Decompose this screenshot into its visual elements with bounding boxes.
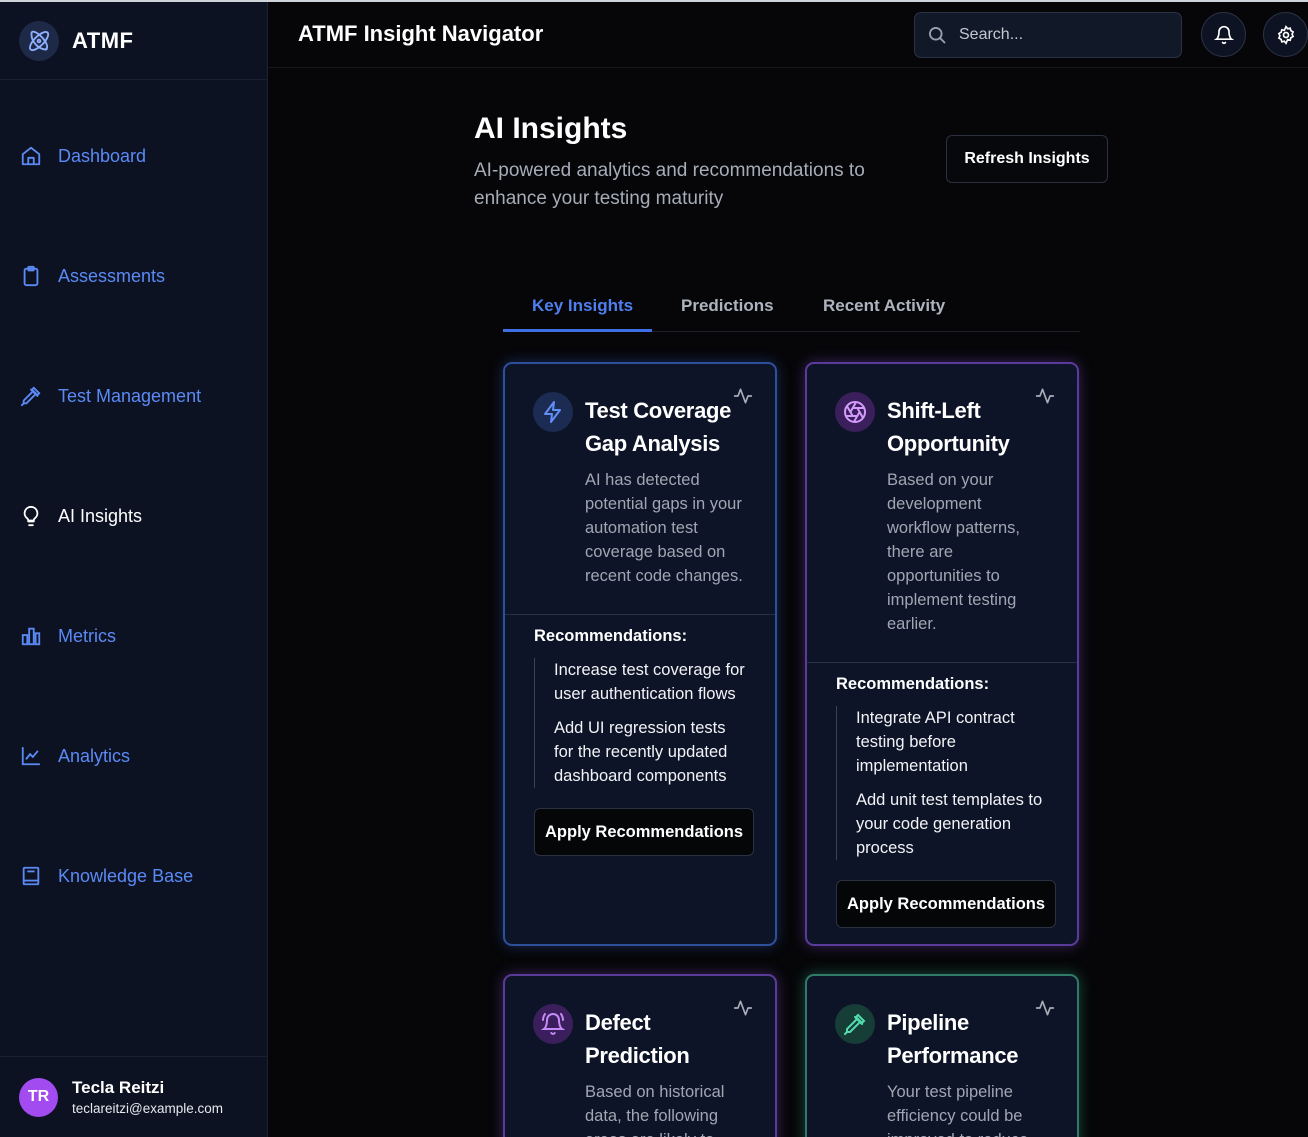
bar-chart-icon xyxy=(21,627,41,646)
lightning-icon xyxy=(533,392,573,432)
user-name: Tecla Reitzi xyxy=(72,1078,165,1097)
search-box[interactable] xyxy=(914,12,1182,58)
activity-icon xyxy=(733,388,753,404)
clipboard-icon xyxy=(23,265,39,287)
sidebar-item-label: Knowledge Base xyxy=(58,865,194,886)
sidebar-item-knowledge-base[interactable]: Knowledge Base xyxy=(20,865,193,887)
refresh-insights-button[interactable]: Refresh Insights xyxy=(946,135,1108,183)
sidebar-item-test-management[interactable]: Test Management xyxy=(20,385,201,407)
pipette-icon xyxy=(20,386,41,407)
sidebar-item-analytics[interactable]: Analytics xyxy=(20,745,130,767)
sidebar-item-ai-insights[interactable]: AI Insights xyxy=(20,505,142,527)
search-icon xyxy=(929,27,946,44)
aperture-icon xyxy=(835,392,875,432)
activity-icon xyxy=(1035,388,1055,404)
card-description: Based on your development workflow patte… xyxy=(887,471,1020,633)
notifications-button[interactable] xyxy=(1201,12,1246,57)
activity-icon xyxy=(1035,1000,1055,1016)
sidebar-item-dashboard[interactable]: Dashboard xyxy=(20,145,146,167)
pipette-icon xyxy=(835,1004,875,1044)
apply-recommendations-button[interactable]: Apply Recommendations xyxy=(836,880,1057,928)
insight-card-shift-left: Shift-Left Opportunity Based on your dev… xyxy=(805,362,1079,946)
insight-card-defect-prediction: Defect Prediction Based on historical da… xyxy=(503,974,777,1137)
tab-recent-activity[interactable]: Recent Activity xyxy=(823,296,945,316)
book-icon xyxy=(22,866,40,886)
recommendations-list: Increase test coverage for user authenti… xyxy=(534,658,749,788)
recommendation-item: Increase test coverage for user authenti… xyxy=(554,661,745,703)
brand: ATMF xyxy=(0,2,267,80)
recommendations-heading: Recommendations: xyxy=(534,627,688,645)
page-subtitle: AI-powered analytics and recommendations… xyxy=(474,160,865,209)
bell-icon xyxy=(533,1004,573,1044)
recommendation-item: Add unit test templates to your code gen… xyxy=(856,791,1043,857)
atom-icon xyxy=(19,20,59,61)
card-title: Pipeline Performance xyxy=(887,1010,1019,1068)
apply-recommendations-button[interactable]: Apply Recommendations xyxy=(534,808,755,856)
sidebar-item-assessments[interactable]: Assessments xyxy=(20,265,165,287)
tab-predictions[interactable]: Predictions xyxy=(681,296,774,316)
insight-card-pipeline-performance: Pipeline Performance Your test pipeline … xyxy=(805,974,1079,1137)
card-description: Based on historical data, the following … xyxy=(585,1083,725,1137)
tab-key-insights[interactable]: Key Insights xyxy=(532,296,633,316)
recommendation-item: Integrate API contract testing before im… xyxy=(856,709,1015,775)
brand-name: ATMF xyxy=(72,27,134,53)
insight-card-test-coverage: Test Coverage Gap Analysis AI has detect… xyxy=(503,362,777,946)
card-description: AI has detected potential gaps in your a… xyxy=(585,471,743,585)
insight-tabs: Key Insights Predictions Recent Activity xyxy=(503,284,1080,332)
sidebar-item-label: Test Management xyxy=(58,385,202,406)
search-input[interactable] xyxy=(959,26,1159,44)
sidebar-item-metrics[interactable]: Metrics xyxy=(20,625,116,647)
card-title: Shift-Left Opportunity xyxy=(887,398,1010,456)
recommendations-list: Integrate API contract testing before im… xyxy=(836,706,1051,860)
card-description: Your test pipeline efficiency could be i… xyxy=(887,1083,1028,1137)
recommendation-item: Add UI regression tests for the recently… xyxy=(554,719,728,785)
app-title: ATMF Insight Navigator xyxy=(298,21,544,46)
sidebar: ATMF Dashboard Assessments Test Manageme… xyxy=(0,2,268,1137)
settings-button[interactable] xyxy=(1263,12,1308,57)
bell-icon xyxy=(1213,25,1234,44)
sidebar-item-label: Metrics xyxy=(58,625,116,646)
lightbulb-icon xyxy=(23,505,39,527)
sidebar-item-label: Assessments xyxy=(58,265,166,286)
gear-icon xyxy=(1277,24,1294,45)
avatar: TR xyxy=(19,1077,58,1117)
activity-icon xyxy=(733,1000,753,1016)
user-email: teclareitzi@example.com xyxy=(72,1101,224,1116)
sidebar-item-label: AI Insights xyxy=(58,505,143,526)
active-tab-indicator xyxy=(503,329,652,332)
top-header: ATMF Insight Navigator xyxy=(268,2,1308,68)
line-chart-icon xyxy=(21,746,41,766)
user-profile[interactable]: TR Tecla Reitzi teclareitzi@example.com xyxy=(0,1056,267,1137)
sidebar-item-label: Dashboard xyxy=(58,145,147,166)
page-title: AI Insights xyxy=(474,112,628,145)
card-title: Test Coverage Gap Analysis xyxy=(585,398,732,456)
sidebar-item-label: Analytics xyxy=(58,745,131,766)
card-title: Defect Prediction xyxy=(585,1010,690,1068)
home-icon xyxy=(21,146,41,166)
recommendations-heading: Recommendations: xyxy=(836,675,990,693)
